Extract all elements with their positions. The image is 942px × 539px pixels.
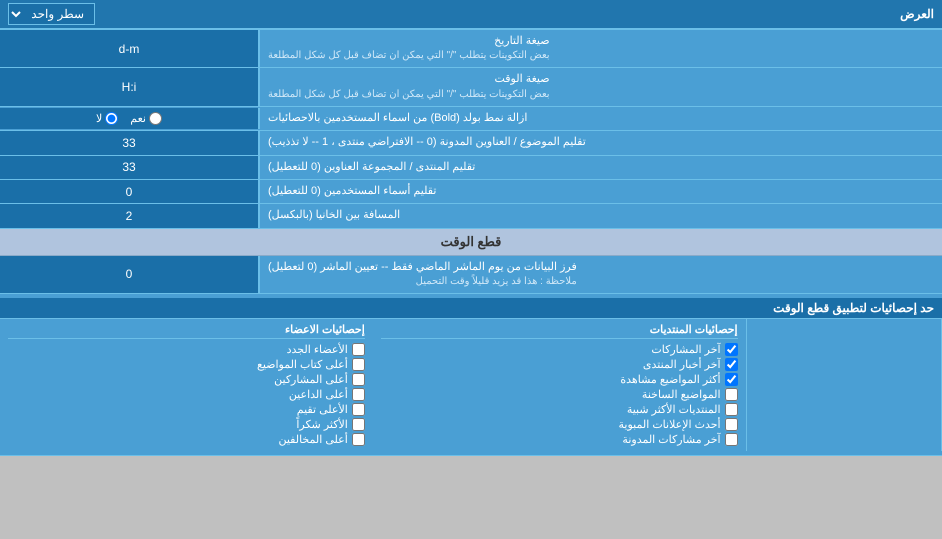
bold-remove-yes-radio[interactable] — [149, 112, 162, 125]
list-item: أعلى كتاب المواضيع — [8, 357, 365, 372]
list-item: الأعلى تقيم — [8, 402, 365, 417]
checkbox-most-forums[interactable] — [725, 403, 738, 416]
checkbox-top-writers[interactable] — [352, 358, 365, 371]
list-item: الأعضاء الجدد — [8, 342, 365, 357]
topics-limit-input[interactable] — [6, 136, 252, 150]
checkbox-top-inviters[interactable] — [352, 388, 365, 401]
space-between-label: المسافة بين الخانيا (بالبكسل) — [260, 204, 942, 227]
time-format-input-container — [0, 68, 260, 105]
filter-data-label: فرز البيانات من يوم الماشر الماضي فقط --… — [260, 256, 942, 293]
forum-limit-label: تقليم المنتدى / المجموعة العناوين (0 للت… — [260, 156, 942, 179]
date-format-label: صيغة التاريخ بعض التكوينات يتطلب "/" الت… — [260, 30, 942, 67]
checkbox-top-rated[interactable] — [352, 403, 365, 416]
page-label: العرض — [95, 7, 934, 21]
checkbox-top-violators[interactable] — [352, 433, 365, 446]
list-item: أحدث الإعلانات المبوية — [381, 417, 738, 432]
time-section-header: قطع الوقت — [0, 229, 942, 256]
checkbox-most-thankful[interactable] — [352, 418, 365, 431]
forum-stats-header: إحصائيات المنتديات — [381, 323, 738, 339]
checkbox-most-viewed[interactable] — [725, 373, 738, 386]
checkbox-last-posts[interactable] — [725, 343, 738, 356]
users-limit-input-container — [0, 180, 260, 203]
list-item: آخر المشاركات — [381, 342, 738, 357]
checkbox-col-members: إحصائيات الاعضاء الأعضاء الجدد أعلى كتاب… — [0, 319, 373, 451]
checkbox-top-participants[interactable] — [352, 373, 365, 386]
checkbox-col-empty — [747, 319, 942, 451]
checkbox-col-forums: إحصائيات المنتديات آخر المشاركات آخر أخب… — [373, 319, 747, 451]
list-item: أعلى المشاركين — [8, 372, 365, 387]
list-item: الأكثر شكراً — [8, 417, 365, 432]
bold-remove-no-label[interactable]: لا — [96, 112, 118, 125]
list-item: آخر مشاركات المدونة — [381, 432, 738, 447]
filter-data-input-container — [0, 256, 260, 293]
checkbox-hot-topics[interactable] — [725, 388, 738, 401]
users-limit-input[interactable] — [6, 185, 252, 199]
topics-limit-label: تقليم الموضوع / العناوين المدونة (0 -- ا… — [260, 131, 942, 154]
stats-limit-label: حد إحصائيات لتطبيق قطع الوقت — [0, 298, 942, 319]
time-format-label: صيغة الوقت بعض التكوينات يتطلب "/" التي … — [260, 68, 942, 105]
topics-limit-input-container — [0, 131, 260, 154]
checkbox-new-members[interactable] — [352, 343, 365, 356]
time-format-input[interactable] — [6, 80, 252, 94]
space-between-input[interactable] — [6, 209, 252, 223]
members-stats-header: إحصائيات الاعضاء — [8, 323, 365, 339]
checkbox-latest-ads[interactable] — [725, 418, 738, 431]
list-item: أعلى الداعين — [8, 387, 365, 402]
users-limit-label: تقليم أسماء المستخدمين (0 للتعطيل) — [260, 180, 942, 203]
forum-limit-input-container — [0, 156, 260, 179]
bold-remove-yes-label[interactable]: نعم — [130, 112, 162, 125]
date-format-input[interactable] — [6, 42, 252, 56]
list-item: المواضيع الساخنة — [381, 387, 738, 402]
checkbox-last-blog[interactable] — [725, 433, 738, 446]
display-mode-select[interactable]: سطر واحد — [8, 3, 95, 25]
list-item: أعلى المخالفين — [8, 432, 365, 447]
list-item: آخر أخبار المنتدى — [381, 357, 738, 372]
filter-data-input[interactable] — [6, 267, 252, 281]
checkbox-last-news[interactable] — [725, 358, 738, 371]
forum-limit-input[interactable] — [6, 160, 252, 174]
date-format-input-container — [0, 30, 260, 67]
list-item: المنتديات الأكثر شبية — [381, 402, 738, 417]
space-between-input-container — [0, 204, 260, 227]
bold-remove-label: ازالة نمط بولد (Bold) من اسماء المستخدمي… — [260, 107, 942, 130]
bold-remove-radio-group: نعم لا — [0, 108, 260, 129]
list-item: أكثر المواضيع مشاهدة — [381, 372, 738, 387]
bold-remove-no-radio[interactable] — [105, 112, 118, 125]
